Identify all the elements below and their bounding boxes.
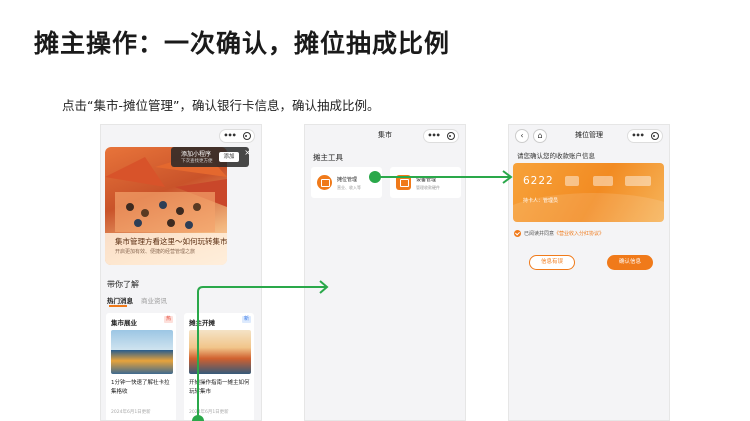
masked-digits: [625, 176, 651, 186]
card-text: 1分钟一快速了解社卡拉集格收: [111, 380, 170, 395]
confirm-info-button[interactable]: 确认信息: [607, 255, 653, 270]
phone-screen-stall-management: ‹ ⌂ 摊位管理 ••• 请您确认您的收款账户信息 6222 持卡人：管理员 已…: [508, 124, 670, 421]
device-management-button[interactable]: 设备管理 管理收款硬件: [390, 167, 461, 198]
capsule-menu[interactable]: •••: [627, 129, 663, 143]
add-button[interactable]: 添加: [219, 152, 239, 162]
tool-desc: 管理收款硬件: [416, 185, 440, 190]
checkbox-checked-icon[interactable]: [514, 230, 521, 237]
slide-subtitle: 点击“集市-摊位管理”，确认银行卡信息，确认抽成比例。: [62, 98, 380, 113]
more-icon[interactable]: •••: [427, 132, 440, 140]
bank-card: 6222 持卡人：管理员: [513, 163, 664, 222]
banner-title: 集市管理方看这里～如何玩转集市: [115, 237, 227, 246]
close-target-icon[interactable]: [650, 132, 659, 140]
card-date: 2024年6月1日更新: [111, 410, 151, 415]
confirm-account-label: 请您确认您的收款账户信息: [517, 152, 595, 160]
stall-management-button[interactable]: 摊位管理 营业、收入等: [311, 167, 382, 198]
tool-name: 摊位管理: [337, 177, 358, 183]
banner-desc: 开启更加有效、便捷的经营管理之旅: [115, 249, 196, 255]
stall-icon: [317, 175, 332, 190]
more-icon[interactable]: •••: [631, 132, 644, 140]
capsule-menu[interactable]: •••: [219, 129, 255, 143]
article-card[interactable]: 集市展业 热 1分钟一快速了解社卡拉集格收 2024年6月1日更新: [106, 313, 176, 420]
new-badge: 新: [242, 316, 251, 323]
article-card[interactable]: 摊主开摊 新 开摊操作指南一摊主如何玩转集市 2024年6月1日更新: [184, 313, 254, 420]
tab-business-info[interactable]: 商业资讯: [141, 295, 167, 305]
popup-subtitle: 下次查找更方便: [181, 159, 213, 164]
agree-text: 已阅读并同意: [524, 231, 555, 237]
close-icon[interactable]: ×: [244, 148, 251, 157]
device-icon: [396, 175, 411, 190]
card-head: 集市展业: [111, 319, 137, 327]
slide-title: 摊主操作：一次确认，摊位抽成比例: [34, 29, 451, 58]
hot-badge: 热: [164, 316, 173, 323]
agreement-link[interactable]: 《营业收入分红协议》: [554, 230, 604, 237]
popup-title: 添加小程序: [181, 151, 212, 158]
card-date: 2024年6月1日更新: [189, 410, 229, 415]
more-icon[interactable]: •••: [223, 132, 236, 140]
tab-indicator: [109, 305, 127, 307]
tool-desc: 营业、收入等: [337, 185, 361, 190]
banner-caption: 集市管理方看这里～如何玩转集市 开启更加有效、便捷的经营管理之旅: [105, 233, 227, 265]
card-number: 6222: [523, 175, 554, 187]
card-holder: 持卡人：管理员: [523, 198, 559, 204]
close-target-icon[interactable]: [446, 132, 455, 140]
phone-screen-market: 集市 ••• 摊主工具 摊位管理 营业、收入等 设备管理 管理收款硬件: [304, 124, 466, 421]
card-image: [189, 330, 251, 374]
card-head: 摊主开摊: [189, 319, 215, 327]
agreement-row[interactable]: 已阅读并同意 《营业收入分红协议》: [514, 230, 604, 237]
tool-name: 设备管理: [416, 177, 437, 183]
capsule-menu[interactable]: •••: [423, 129, 459, 143]
info-error-button[interactable]: 信息有误: [529, 255, 575, 270]
close-target-icon[interactable]: [242, 132, 251, 140]
phone-screen-home: 集市管理方看这里～如何玩转集市 开启更加有效、便捷的经营管理之旅 添加小程序 下…: [100, 124, 262, 421]
card-image: [111, 330, 173, 374]
tools-label: 摊主工具: [313, 153, 343, 162]
tab-hot-news[interactable]: 热门消息: [107, 295, 133, 305]
masked-digits: [565, 176, 579, 186]
card-text: 开摊操作指南一摊主如何玩转集市: [189, 380, 250, 395]
section-title: 带你了解: [107, 280, 139, 289]
add-mini-program-popup: 添加小程序 下次查找更方便 添加: [171, 147, 249, 167]
masked-digits: [593, 176, 613, 186]
